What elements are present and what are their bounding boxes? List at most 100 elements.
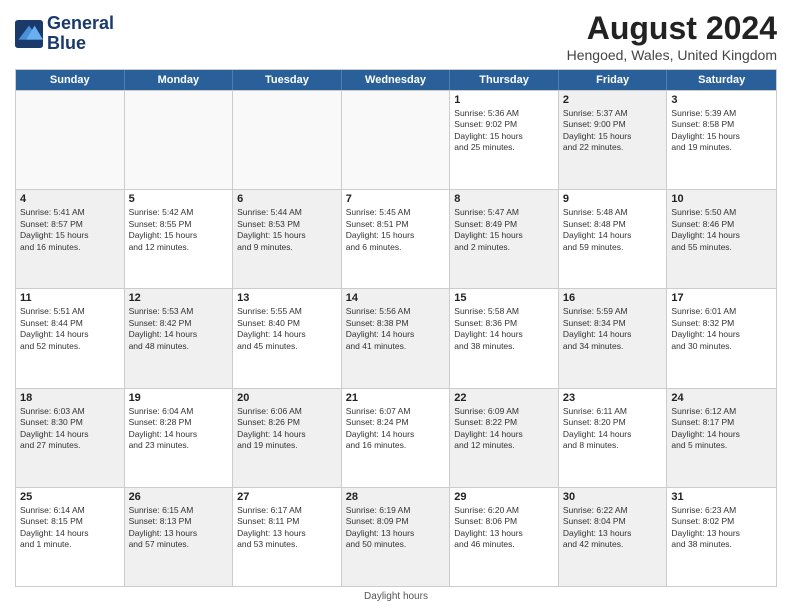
logo-icon [15, 20, 43, 48]
title-block: August 2024 Hengoed, Wales, United Kingd… [567, 10, 777, 63]
day-number: 13 [237, 292, 337, 304]
day-number: 31 [671, 491, 772, 503]
calendar-cell: 12Sunrise: 5:53 AM Sunset: 8:42 PM Dayli… [125, 289, 234, 387]
cell-info: Sunrise: 5:42 AM Sunset: 8:55 PM Dayligh… [129, 207, 229, 253]
calendar-cell: 18 Sunrise: 6:03 AM Sunset: 8:30 PM Dayli… [16, 389, 125, 487]
day-number: 4 [20, 193, 120, 205]
calendar-cell: 26 Sunrise: 6:15 AM Sunset: 8:13 PM Dayli… [125, 488, 234, 586]
cell-info: Sunrise: 6:06 AM Sunset: 8:26 PM Dayligh… [237, 406, 337, 452]
cell-info: Sunrise: 6:15 AM Sunset: 8:13 PM Dayligh… [129, 505, 229, 551]
calendar-cell: 7 Sunrise: 5:45 AM Sunset: 8:51 PM Daylig… [342, 190, 451, 288]
calendar-header-cell: Thursday [450, 70, 559, 90]
day-number: 9 [563, 193, 663, 205]
calendar-cell: 15 Sunrise: 5:58 AM Sunset: 8:36 PM Dayli… [450, 289, 559, 387]
calendar: SundayMondayTuesdayWednesdayThursdayFrid… [15, 69, 777, 587]
cell-info: Sunrise: 6:20 AM Sunset: 8:06 PM Dayligh… [454, 505, 554, 551]
cell-info: Sunrise: 6:19 AM Sunset: 8:09 PM Dayligh… [346, 505, 446, 551]
cell-info: Sunrise: 6:23 AM Sunset: 8:02 PM Dayligh… [671, 505, 772, 551]
day-number: 20 [237, 392, 337, 404]
logo-text: General Blue [47, 14, 114, 54]
day-number: 27 [237, 491, 337, 503]
header: General Blue August 2024 Hengoed, Wales,… [15, 10, 777, 63]
cell-info: Sunrise: 5:44 AM Sunset: 8:53 PM Dayligh… [237, 207, 337, 253]
calendar-cell: 22Sunrise: 6:09 AM Sunset: 8:22 PM Dayli… [450, 389, 559, 487]
cell-info: Sunrise: 5:51 AM Sunset: 8:44 PM Dayligh… [20, 306, 120, 352]
cell-info: Sunrise: 6:07 AM Sunset: 8:24 PM Dayligh… [346, 406, 446, 452]
calendar-header-cell: Wednesday [342, 70, 451, 90]
day-number: 19 [129, 392, 229, 404]
cell-info: Sunrise: 6:03 AM Sunset: 8:30 PM Dayligh… [20, 406, 120, 452]
day-number: 7 [346, 193, 446, 205]
footer-note: Daylight hours [15, 591, 777, 602]
calendar-cell: 28 Sunrise: 6:19 AM Sunset: 8:09 PM Dayli… [342, 488, 451, 586]
cell-info: Sunrise: 5:45 AM Sunset: 8:51 PM Dayligh… [346, 207, 446, 253]
day-number: 25 [20, 491, 120, 503]
cell-info: Sunrise: 6:01 AM Sunset: 8:32 PM Dayligh… [671, 306, 772, 352]
day-number: 15 [454, 292, 554, 304]
calendar-header-cell: Tuesday [233, 70, 342, 90]
day-number: 18 [20, 392, 120, 404]
cell-info: Sunrise: 6:14 AM Sunset: 8:15 PM Dayligh… [20, 505, 120, 551]
calendar-cell: 23 Sunrise: 6:11 AM Sunset: 8:20 PM Dayli… [559, 389, 668, 487]
calendar-row: 25 Sunrise: 6:14 AM Sunset: 8:15 PM Dayli… [16, 487, 776, 586]
day-number: 17 [671, 292, 772, 304]
day-number: 29 [454, 491, 554, 503]
cell-info: Sunrise: 6:11 AM Sunset: 8:20 PM Dayligh… [563, 406, 663, 452]
calendar-cell: 3Sunrise: 5:39 AM Sunset: 8:58 PM Daylig… [667, 91, 776, 189]
cell-info: Sunrise: 5:37 AM Sunset: 9:00 PM Dayligh… [563, 108, 663, 154]
calendar-cell: 25 Sunrise: 6:14 AM Sunset: 8:15 PM Dayli… [16, 488, 125, 586]
cell-info: Sunrise: 5:58 AM Sunset: 8:36 PM Dayligh… [454, 306, 554, 352]
day-number: 2 [563, 94, 663, 106]
calendar-row: 4 Sunrise: 5:41 AM Sunset: 8:57 PM Daylig… [16, 189, 776, 288]
cell-info: Sunrise: 5:48 AM Sunset: 8:48 PM Dayligh… [563, 207, 663, 253]
day-number: 1 [454, 94, 554, 106]
calendar-cell: 29 Sunrise: 6:20 AM Sunset: 8:06 PM Dayli… [450, 488, 559, 586]
calendar-cell [16, 91, 125, 189]
calendar-cell: 24 Sunrise: 6:12 AM Sunset: 8:17 PM Dayli… [667, 389, 776, 487]
calendar-row: 18 Sunrise: 6:03 AM Sunset: 8:30 PM Dayli… [16, 388, 776, 487]
cell-info: Sunrise: 5:47 AM Sunset: 8:49 PM Dayligh… [454, 207, 554, 253]
day-number: 23 [563, 392, 663, 404]
calendar-cell [125, 91, 234, 189]
calendar-header-cell: Friday [559, 70, 668, 90]
cell-info: Sunrise: 5:55 AM Sunset: 8:40 PM Dayligh… [237, 306, 337, 352]
calendar-cell: 6 Sunrise: 5:44 AM Sunset: 8:53 PM Daylig… [233, 190, 342, 288]
cell-info: Sunrise: 5:36 AM Sunset: 9:02 PM Dayligh… [454, 108, 554, 154]
calendar-header: SundayMondayTuesdayWednesdayThursdayFrid… [16, 70, 776, 90]
cell-info: Sunrise: 5:59 AM Sunset: 8:34 PM Dayligh… [563, 306, 663, 352]
calendar-row: 11 Sunrise: 5:51 AM Sunset: 8:44 PM Dayli… [16, 288, 776, 387]
calendar-cell: 14 Sunrise: 5:56 AM Sunset: 8:38 PM Dayli… [342, 289, 451, 387]
calendar-cell: 9 Sunrise: 5:48 AM Sunset: 8:48 PM Daylig… [559, 190, 668, 288]
day-number: 26 [129, 491, 229, 503]
day-number: 14 [346, 292, 446, 304]
calendar-cell [233, 91, 342, 189]
cell-info: Sunrise: 6:12 AM Sunset: 8:17 PM Dayligh… [671, 406, 772, 452]
calendar-cell: 13 Sunrise: 5:55 AM Sunset: 8:40 PM Dayli… [233, 289, 342, 387]
day-number: 3 [671, 94, 772, 106]
calendar-header-cell: Saturday [667, 70, 776, 90]
calendar-cell: 4 Sunrise: 5:41 AM Sunset: 8:57 PM Daylig… [16, 190, 125, 288]
calendar-cell: 11 Sunrise: 5:51 AM Sunset: 8:44 PM Dayli… [16, 289, 125, 387]
day-number: 22 [454, 392, 554, 404]
cell-info: Sunrise: 5:50 AM Sunset: 8:46 PM Dayligh… [671, 207, 772, 253]
calendar-cell: 30Sunrise: 6:22 AM Sunset: 8:04 PM Dayli… [559, 488, 668, 586]
page: General Blue August 2024 Hengoed, Wales,… [0, 0, 792, 612]
day-number: 6 [237, 193, 337, 205]
day-number: 12 [129, 292, 229, 304]
logo-line1: General [47, 14, 114, 34]
month-title: August 2024 [567, 10, 777, 47]
cell-info: Sunrise: 6:04 AM Sunset: 8:28 PM Dayligh… [129, 406, 229, 452]
day-number: 24 [671, 392, 772, 404]
day-number: 28 [346, 491, 446, 503]
logo: General Blue [15, 14, 114, 54]
day-number: 8 [454, 193, 554, 205]
day-number: 16 [563, 292, 663, 304]
day-number: 11 [20, 292, 120, 304]
cell-info: Sunrise: 5:56 AM Sunset: 8:38 PM Dayligh… [346, 306, 446, 352]
calendar-cell: 19 Sunrise: 6:04 AM Sunset: 8:28 PM Dayli… [125, 389, 234, 487]
calendar-cell: 2 Sunrise: 5:37 AM Sunset: 9:00 PM Daylig… [559, 91, 668, 189]
calendar-cell: 8 Sunrise: 5:47 AM Sunset: 8:49 PM Daylig… [450, 190, 559, 288]
day-number: 5 [129, 193, 229, 205]
cell-info: Sunrise: 5:41 AM Sunset: 8:57 PM Dayligh… [20, 207, 120, 253]
calendar-cell: 1 Sunrise: 5:36 AM Sunset: 9:02 PM Daylig… [450, 91, 559, 189]
